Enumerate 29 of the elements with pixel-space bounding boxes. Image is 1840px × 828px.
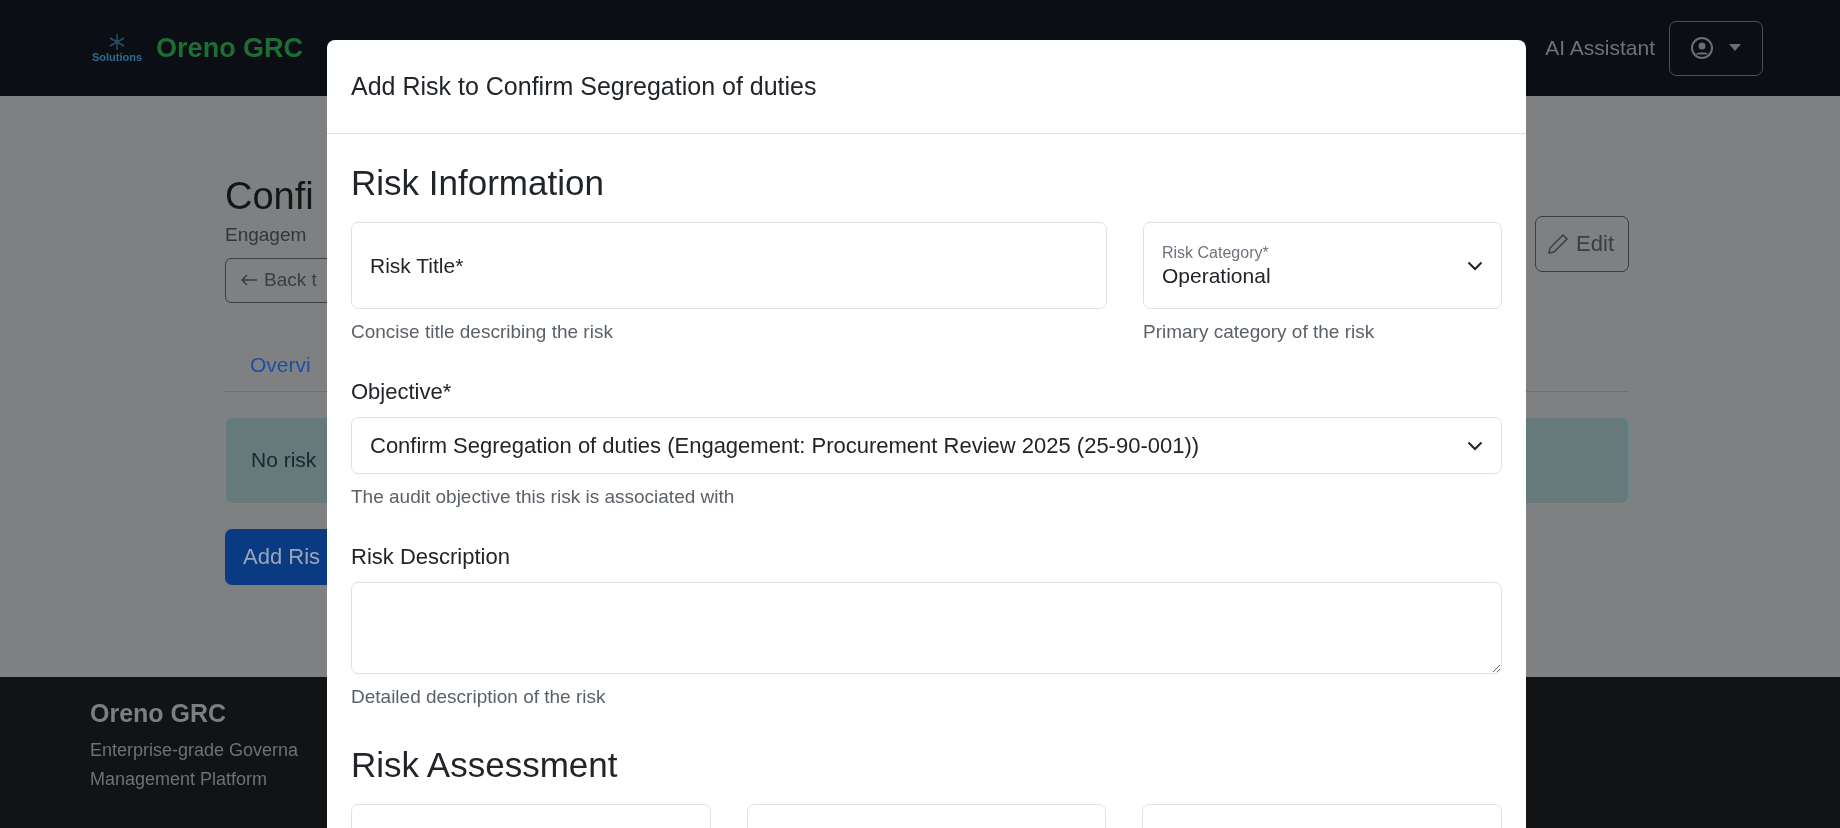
risk-title-field[interactable]: Risk Title*: [351, 222, 1107, 309]
footer-brand: Oreno GRC: [90, 699, 227, 728]
objective-select[interactable]: Confirm Segregation of duties (Engagement: Procurement Review 2025 (25-90-001)): [351, 417, 1502, 474]
page-subtitle: Engagem: [225, 223, 308, 246]
modal-title: Add Risk to Confirm Segregation of duties: [351, 72, 817, 101]
logo-icon[interactable]: Solutions: [92, 33, 143, 63]
caret-icon: [1728, 44, 1742, 52]
section-heading: Risk Assessment: [351, 744, 619, 786]
arrow-left-icon: [240, 274, 258, 287]
pencil-icon: [1546, 232, 1571, 256]
user-menu-button[interactable]: [1669, 20, 1763, 76]
help-text: Concise title describing the risk: [351, 321, 614, 343]
page-title: Confi: [225, 174, 315, 219]
help-text: Primary category of the risk: [1143, 321, 1376, 343]
tab[interactable]: Overvi: [250, 342, 311, 391]
footer-description: Enterprise-grade Governa Management Platform: [90, 739, 299, 791]
chevron-down-icon: [1467, 440, 1483, 451]
description-field[interactable]: [351, 582, 1502, 674]
help-text: Detailed description of the risk: [351, 686, 607, 708]
category-select[interactable]: Risk Category* Operational: [1143, 222, 1502, 309]
logo-text: Solutions: [92, 51, 143, 63]
chevron-down-icon: [1467, 260, 1483, 271]
section-heading: Risk Information: [351, 162, 605, 204]
edit-button[interactable]: Edit: [1535, 216, 1629, 272]
field-label: Objective*: [351, 379, 453, 405]
ai-assistant-link[interactable]: AI Assistant: [1545, 36, 1655, 60]
field-label: Risk Description: [351, 544, 511, 570]
user-icon: [1690, 36, 1714, 60]
brand-link[interactable]: Oreno GRC: [156, 32, 304, 64]
